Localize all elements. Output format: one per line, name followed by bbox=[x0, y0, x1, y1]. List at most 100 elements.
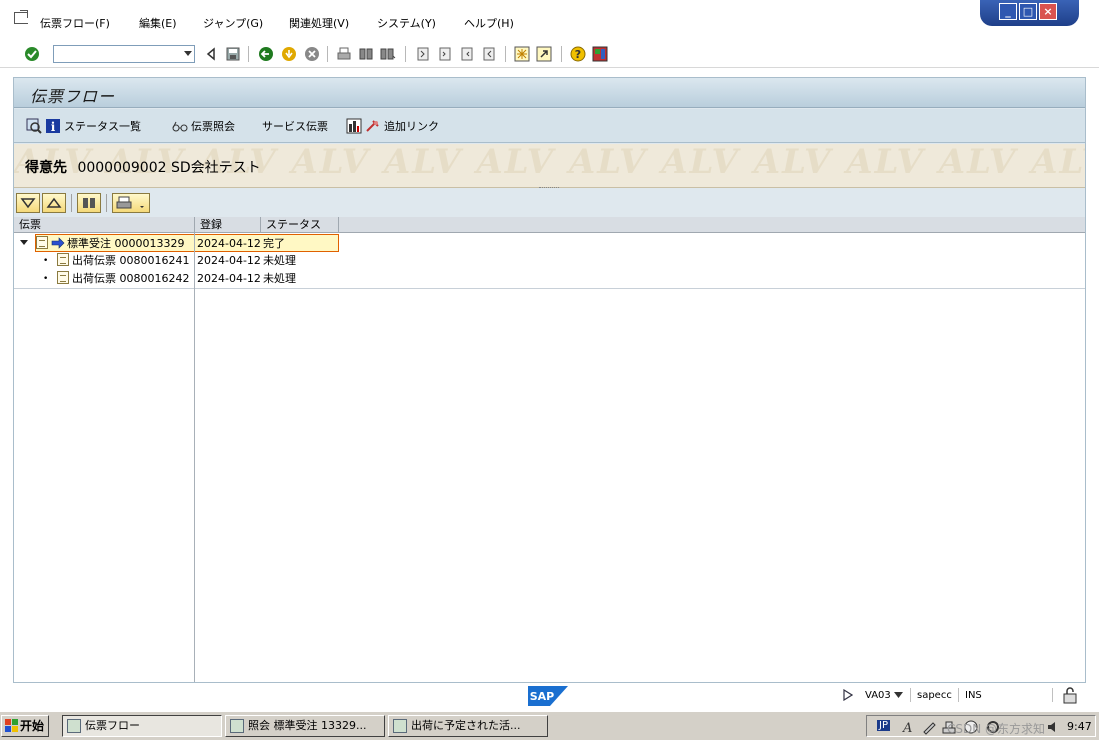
prev-page-icon[interactable] bbox=[437, 46, 453, 62]
status-cell: 未処理 bbox=[263, 254, 296, 267]
tree-toolbar bbox=[14, 190, 1085, 216]
task-delivery-activities[interactable]: 出荷に予定された活... bbox=[388, 715, 548, 737]
print-menu-button[interactable] bbox=[112, 193, 150, 213]
display-document-label: 伝票照会 bbox=[191, 120, 235, 133]
svg-text:A: A bbox=[902, 721, 912, 735]
task-label: 伝票フロー bbox=[85, 719, 140, 732]
exit-icon[interactable] bbox=[281, 46, 297, 62]
document-icon bbox=[36, 236, 48, 249]
print-icon[interactable] bbox=[336, 46, 352, 62]
collapse-icon bbox=[46, 197, 62, 208]
transaction-code: VA03 bbox=[865, 690, 891, 701]
back-icon[interactable] bbox=[258, 46, 274, 62]
pen-icon[interactable] bbox=[921, 719, 937, 735]
application-toolbar: i ステータス一覧 伝票照会 サービス伝票 追加リンク bbox=[14, 109, 1085, 143]
volume-icon[interactable] bbox=[1047, 721, 1059, 733]
customer-header: ALV ALV ALV ALV ALV ALV ALV ALV ALV ALV … bbox=[14, 144, 1085, 188]
sap-logo-text: SAP bbox=[530, 690, 555, 703]
additional-links-label: 追加リンク bbox=[384, 120, 439, 133]
back-nav-icon[interactable] bbox=[203, 46, 219, 62]
expand-node-icon[interactable] bbox=[19, 234, 35, 252]
status-separator bbox=[910, 688, 911, 702]
windows-logo-icon bbox=[5, 719, 18, 732]
first-page-icon[interactable] bbox=[415, 46, 431, 62]
chart-icon bbox=[346, 118, 362, 134]
column-header-created[interactable]: 登録 bbox=[195, 217, 261, 233]
document-cell[interactable]: 出荷伝票 0080016241 bbox=[57, 252, 194, 270]
status-bar: SAP VA03 sapecc INS bbox=[0, 684, 1099, 708]
language-indicator[interactable]: JP bbox=[877, 720, 890, 731]
menu-goto[interactable]: ジャンプ(G) bbox=[203, 15, 263, 31]
toolbar-separator bbox=[71, 194, 72, 212]
document-cell[interactable]: 出荷伝票 0080016242 bbox=[57, 270, 194, 288]
sap-window-icon bbox=[67, 719, 81, 733]
new-session-icon[interactable] bbox=[514, 46, 530, 62]
column-header-document[interactable]: 伝票 bbox=[14, 217, 195, 233]
chevron-down-icon[interactable] bbox=[184, 51, 192, 56]
collapse-all-button[interactable] bbox=[42, 193, 66, 213]
shortcut-icon[interactable] bbox=[536, 46, 552, 62]
table-row[interactable]: • 出荷伝票 0080016242 2024-04-12 未処理 bbox=[14, 270, 1085, 288]
status-overview-button[interactable]: i ステータス一覧 bbox=[26, 117, 141, 135]
last-page-icon[interactable] bbox=[481, 46, 497, 62]
restore-button[interactable]: □ bbox=[1019, 3, 1037, 20]
menu-system[interactable]: システム(Y) bbox=[377, 15, 436, 31]
system-menu-icon[interactable] bbox=[14, 10, 28, 24]
start-button[interactable]: 开始 bbox=[1, 715, 49, 737]
task-label: 出荷に予定された活... bbox=[411, 719, 521, 732]
find-icon[interactable] bbox=[358, 46, 374, 62]
system-tray: JP A CSDN @东方求知 9:47 bbox=[866, 715, 1096, 737]
standard-toolbar: ? bbox=[0, 40, 1099, 68]
display-document-button[interactable]: 伝票照会 bbox=[172, 117, 235, 135]
screen-title: 伝票フロー bbox=[30, 87, 116, 106]
find-button[interactable] bbox=[77, 193, 101, 213]
start-label: 开始 bbox=[20, 719, 45, 733]
row-divider bbox=[14, 288, 1085, 289]
toolbar-separator bbox=[248, 46, 249, 62]
created-date-cell: 2024-04-12 bbox=[197, 254, 261, 267]
task-display-order[interactable]: 照会 標準受注 13329... bbox=[225, 715, 385, 737]
menu-environment[interactable]: 関連処理(V) bbox=[289, 15, 349, 31]
screen-title-bar: 伝票フロー bbox=[14, 78, 1085, 108]
find-next-icon[interactable] bbox=[380, 46, 396, 62]
menu-edit[interactable]: 編集(E) bbox=[139, 15, 177, 31]
customer-value: 0000009002 SD会社テスト bbox=[77, 160, 261, 176]
tree-bullet-icon: • bbox=[43, 274, 49, 284]
menu-help[interactable]: ヘルプ(H) bbox=[464, 15, 514, 31]
menu-document-flow[interactable]: 伝票フロー(F) bbox=[40, 15, 110, 31]
layout-icon[interactable] bbox=[592, 46, 608, 62]
expand-all-button[interactable] bbox=[16, 193, 40, 213]
table-header: 伝票 登録 ステータス bbox=[14, 217, 1085, 233]
column-header-status[interactable]: ステータス bbox=[261, 217, 339, 233]
service-document-button[interactable]: サービス伝票 bbox=[262, 117, 328, 135]
created-date-cell: 2024-04-12 bbox=[195, 234, 261, 252]
table-row[interactable]: • 出荷伝票 0080016241 2024-04-12 未処理 bbox=[14, 252, 1085, 270]
clock: 9:47 bbox=[1067, 720, 1092, 733]
window-controls: _ □ × bbox=[980, 0, 1079, 26]
table-row[interactable]: 標準受注 0000013329 2024-04-12 完了 bbox=[14, 234, 1085, 252]
status-cell: 未処理 bbox=[263, 272, 296, 285]
task-document-flow[interactable]: 伝票フロー bbox=[62, 715, 222, 737]
command-field[interactable] bbox=[53, 45, 195, 63]
glasses-icon bbox=[172, 121, 188, 132]
save-icon[interactable] bbox=[225, 46, 241, 62]
minimize-button[interactable]: _ bbox=[999, 3, 1017, 20]
document-icon bbox=[57, 271, 69, 284]
document-name: 出荷伝票 0080016242 bbox=[72, 272, 190, 285]
cancel-icon[interactable] bbox=[304, 46, 320, 62]
status-separator bbox=[958, 688, 959, 702]
status-overview-label: ステータス一覧 bbox=[64, 120, 141, 133]
next-page-icon[interactable] bbox=[459, 46, 475, 62]
document-cell[interactable]: 標準受注 0000013329 bbox=[35, 234, 195, 252]
help-icon[interactable]: ? bbox=[570, 46, 586, 62]
close-button[interactable]: × bbox=[1039, 3, 1057, 20]
additional-links-button[interactable]: 追加リンク bbox=[346, 117, 439, 135]
input-mode[interactable]: INS bbox=[965, 690, 982, 701]
ime-icon[interactable]: A bbox=[901, 719, 917, 735]
enter-icon[interactable] bbox=[24, 46, 40, 62]
status-expand-icon[interactable] bbox=[843, 689, 853, 701]
task-label: 照会 標準受注 13329... bbox=[248, 719, 367, 732]
system-name: sapecc bbox=[917, 690, 952, 701]
chevron-down-icon[interactable] bbox=[894, 692, 903, 698]
info-icon: i bbox=[46, 119, 60, 134]
